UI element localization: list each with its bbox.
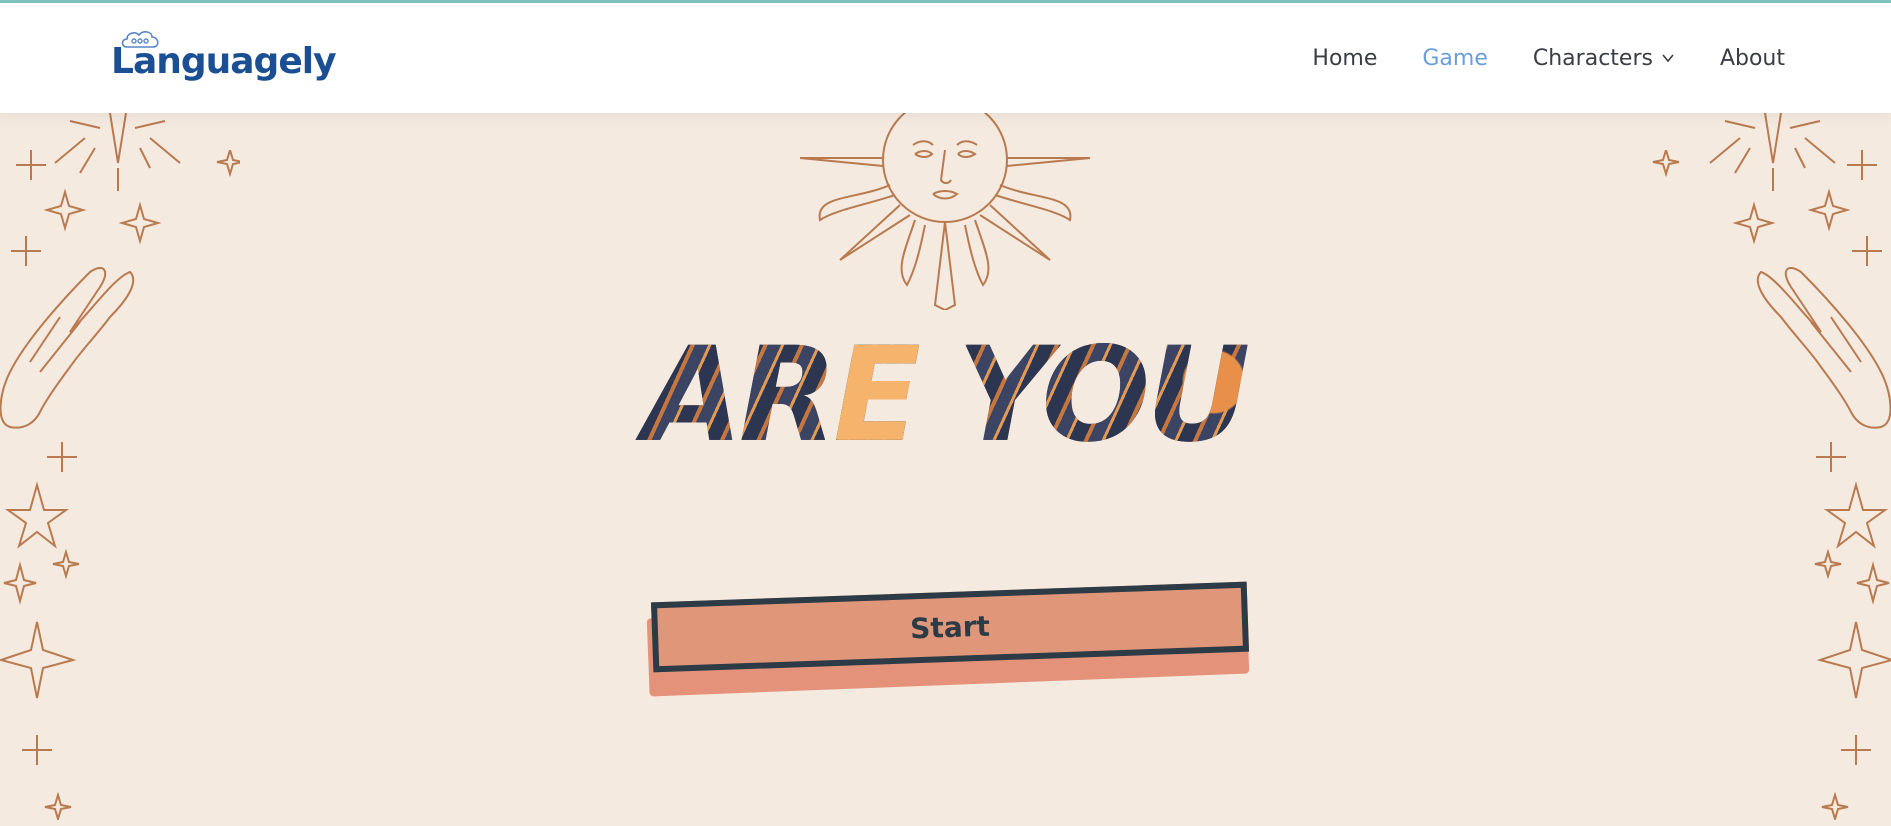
nav-game-label: Game [1422,45,1488,71]
nav-home[interactable]: Home [1312,46,1377,71]
page-title: ARE YOU READY? [465,326,1425,465]
main-nav: Home Game Characters About [1312,3,1785,113]
nav-about[interactable]: About [1720,46,1785,71]
logo-text: Languagely [111,41,337,82]
nav-about-label: About [1719,45,1785,71]
chevron-down-icon [1662,54,1674,63]
logo[interactable]: Languagely [111,29,341,89]
left-sparkle-star-icons [0,150,240,820]
title-block: ARE YOU READY? [465,326,1425,465]
start-button-label: Start [909,609,991,645]
nav-characters[interactable]: Characters [1533,46,1675,71]
right-sparkle-star-icons [1652,150,1891,820]
site-header: Languagely Home Game Characters About [0,3,1891,113]
nav-game[interactable]: Game [1422,46,1488,71]
nav-home-label: Home [1312,45,1378,71]
nav-characters-label: Characters [1532,45,1653,71]
